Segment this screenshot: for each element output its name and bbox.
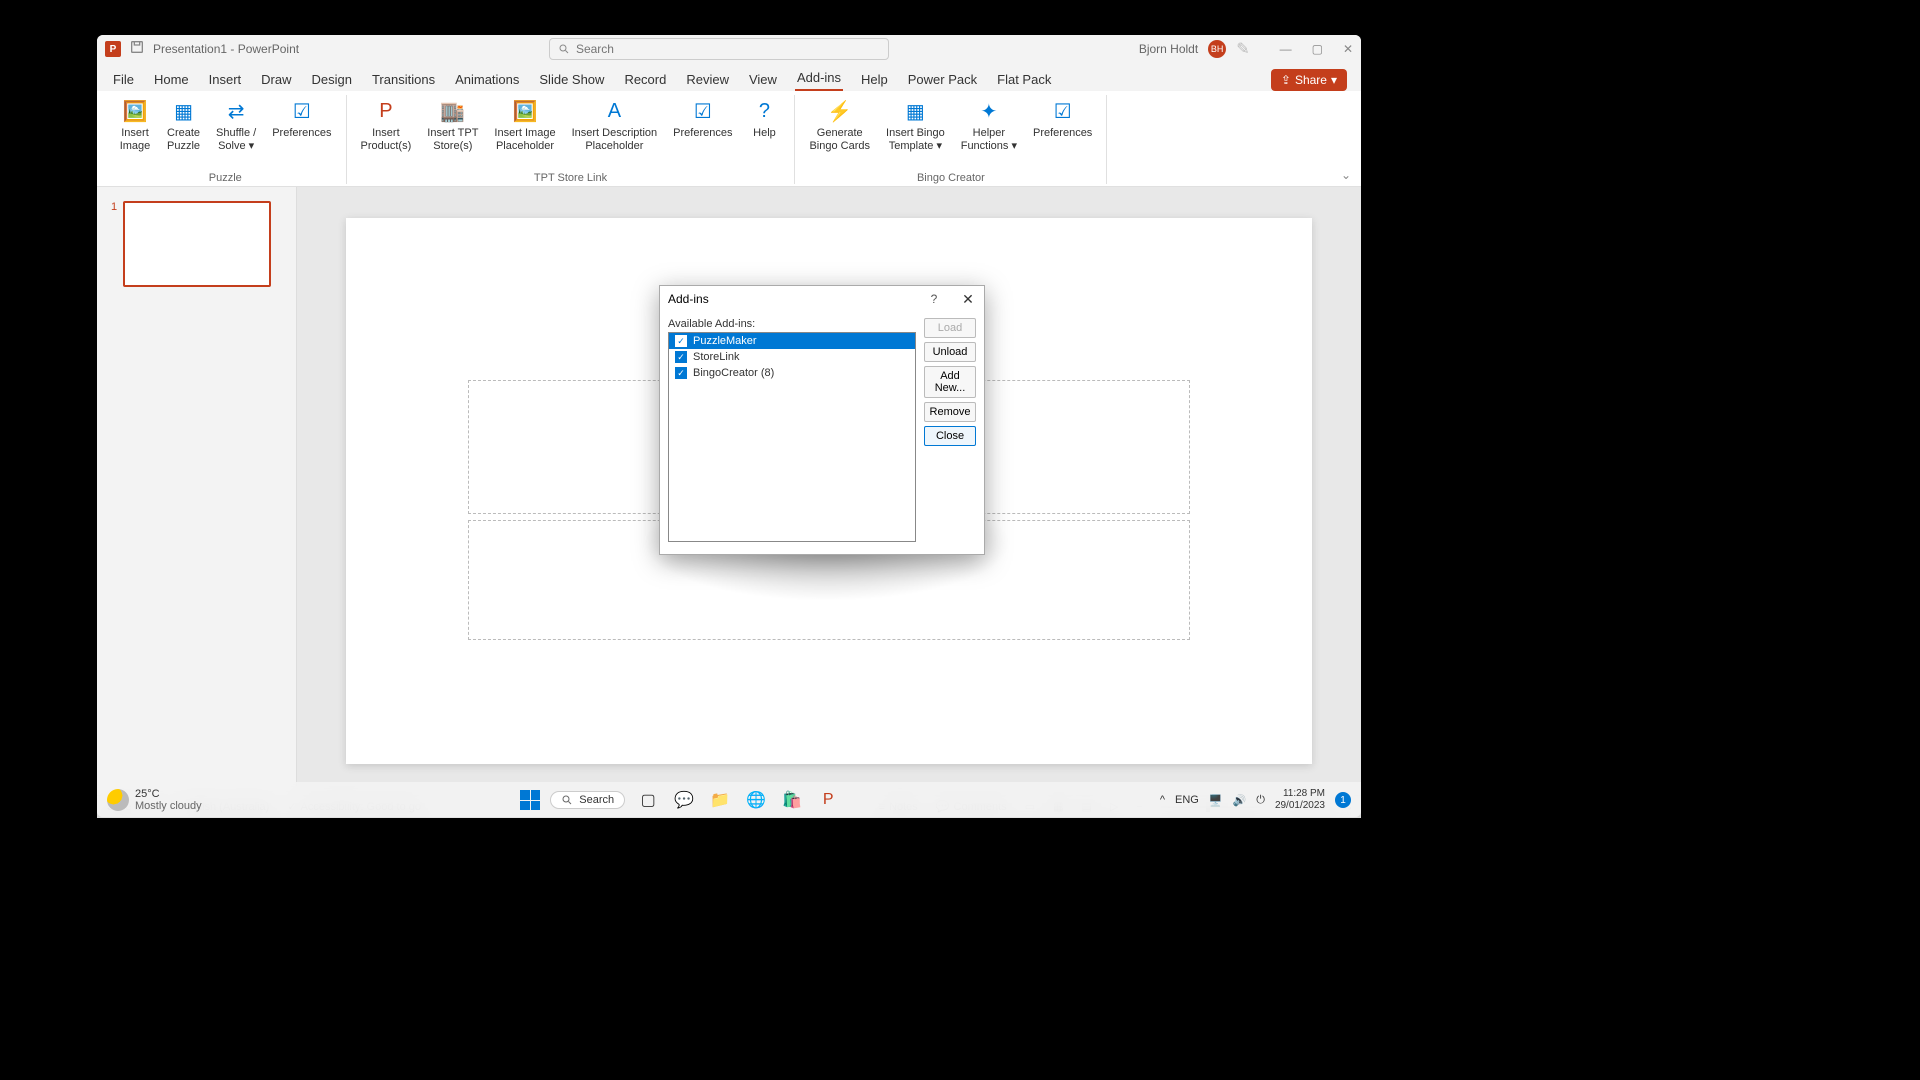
unload-button[interactable]: Unload — [924, 342, 976, 362]
maximize-button[interactable]: ▢ — [1312, 42, 1323, 56]
tpt-help-button[interactable]: ?Help — [742, 95, 786, 170]
windows-taskbar: 25°C Mostly cloudy Search ▢ 💬 📁 🌐 🛍️ P ^… — [97, 782, 1361, 818]
tab-design[interactable]: Design — [310, 68, 354, 91]
addin-item-bingocreator[interactable]: ✓BingoCreator (8) — [669, 365, 915, 381]
tray-display-icon[interactable]: 🖥️ — [1209, 794, 1223, 807]
checkbox-icon[interactable]: ✓ — [675, 351, 687, 363]
dialog-title: Add-ins — [668, 292, 926, 306]
search-icon — [561, 794, 573, 806]
tab-animations[interactable]: Animations — [453, 68, 521, 91]
close-window-button[interactable]: ✕ — [1343, 42, 1353, 56]
generate-bingo-button[interactable]: ⚡GenerateBingo Cards — [803, 95, 876, 170]
insert-description-placeholder-button[interactable]: AInsert DescriptionPlaceholder — [566, 95, 664, 170]
task-view-icon[interactable]: ▢ — [635, 787, 661, 813]
minimize-button[interactable]: — — [1280, 42, 1292, 56]
addin-item-puzzlemaker[interactable]: ✓PuzzleMaker — [669, 333, 915, 349]
insert-tpt-stores-button[interactable]: 🏬Insert TPTStore(s) — [421, 95, 484, 170]
titlebar: P Presentation1 - PowerPoint Bjorn Holdt… — [97, 35, 1361, 63]
tab-flatpack[interactable]: Flat Pack — [995, 68, 1053, 91]
puzzle-preferences-button[interactable]: ☑Preferences — [266, 95, 337, 170]
file-explorer-icon[interactable]: 📁 — [707, 787, 733, 813]
remove-button[interactable]: Remove — [924, 402, 976, 422]
menu-bar: File Home Insert Draw Design Transitions… — [97, 63, 1361, 91]
start-button[interactable] — [520, 790, 540, 810]
checkbox-icon[interactable]: ✓ — [675, 367, 687, 379]
dialog-close-icon[interactable]: ✕ — [960, 291, 976, 308]
ribbon-group-label: Bingo Creator — [803, 170, 1098, 184]
tray-battery-icon[interactable]: ⏻ — [1256, 794, 1265, 807]
insert-bingo-template-button[interactable]: ▦Insert BingoTemplate ▾ — [880, 95, 951, 170]
dialog-header: Add-ins ? ✕ — [660, 286, 984, 312]
weather-desc: Mostly cloudy — [135, 800, 202, 812]
store-icon[interactable]: 🛍️ — [779, 787, 805, 813]
user-name: Bjorn Holdt — [1139, 42, 1198, 56]
tray-clock[interactable]: 11:28 PM 29/01/2023 — [1275, 788, 1325, 812]
ribbon-group-bingo: ⚡GenerateBingo Cards ▦Insert BingoTempla… — [795, 95, 1107, 184]
weather-widget[interactable]: 25°C Mostly cloudy — [107, 788, 202, 812]
notification-badge[interactable]: 1 — [1335, 792, 1351, 808]
tab-transitions[interactable]: Transitions — [370, 68, 437, 91]
ribbon-collapse-button[interactable]: ⌄ — [1341, 168, 1351, 182]
ribbon-group-label: Puzzle — [113, 170, 338, 184]
tab-view[interactable]: View — [747, 68, 779, 91]
helper-functions-button[interactable]: ✦HelperFunctions ▾ — [955, 95, 1023, 170]
addins-list[interactable]: ✓PuzzleMaker ✓StoreLink ✓BingoCreator (8… — [668, 332, 916, 542]
tab-draw[interactable]: Draw — [259, 68, 293, 91]
powerpoint-taskbar-icon[interactable]: P — [815, 787, 841, 813]
chat-icon[interactable]: 💬 — [671, 787, 697, 813]
bingo-preferences-button[interactable]: ☑Preferences — [1027, 95, 1098, 170]
save-icon[interactable] — [129, 39, 145, 60]
tab-home[interactable]: Home — [152, 68, 191, 91]
tab-help[interactable]: Help — [859, 68, 890, 91]
addins-dialog: Add-ins ? ✕ Available Add-ins: ✓PuzzleMa… — [659, 285, 985, 555]
powerpoint-window: P Presentation1 - PowerPoint Bjorn Holdt… — [97, 35, 1361, 817]
draw-mode-icon[interactable]: ✎ — [1236, 39, 1249, 59]
insert-image-button[interactable]: 🖼️InsertImage — [113, 95, 157, 170]
dialog-help-button[interactable]: ? — [926, 292, 942, 306]
ribbon-group-puzzle: 🖼️InsertImage ▦CreatePuzzle ⇄Shuffle /So… — [105, 95, 347, 184]
user-avatar[interactable]: BH — [1208, 40, 1226, 58]
search-bar[interactable] — [549, 38, 889, 60]
edge-icon[interactable]: 🌐 — [743, 787, 769, 813]
temperature: 25°C — [135, 788, 202, 800]
search-icon — [558, 43, 570, 55]
document-title: Presentation1 - PowerPoint — [153, 42, 299, 56]
tab-powerpack[interactable]: Power Pack — [906, 68, 979, 91]
close-button[interactable]: Close — [924, 426, 976, 446]
load-button[interactable]: Load — [924, 318, 976, 338]
tab-record[interactable]: Record — [622, 68, 668, 91]
add-new-button[interactable]: Add New... — [924, 366, 976, 398]
share-button[interactable]: ⇪Share▾ — [1271, 69, 1347, 91]
ribbon: 🖼️InsertImage ▦CreatePuzzle ⇄Shuffle /So… — [97, 91, 1361, 187]
taskbar-search[interactable]: Search — [550, 791, 625, 809]
powerpoint-logo-icon: P — [105, 41, 121, 57]
tray-language[interactable]: ENG — [1175, 794, 1199, 806]
tray-chevron-icon[interactable]: ^ — [1160, 794, 1165, 806]
tray-volume-icon[interactable]: 🔊 — [1233, 794, 1247, 807]
search-input[interactable] — [576, 42, 880, 56]
tpt-preferences-button[interactable]: ☑Preferences — [667, 95, 738, 170]
addin-item-storelink[interactable]: ✓StoreLink — [669, 349, 915, 365]
tab-insert[interactable]: Insert — [207, 68, 244, 91]
insert-products-button[interactable]: PInsertProduct(s) — [355, 95, 418, 170]
shuffle-solve-button[interactable]: ⇄Shuffle /Solve ▾ — [210, 95, 262, 170]
tab-review[interactable]: Review — [684, 68, 731, 91]
tab-slideshow[interactable]: Slide Show — [537, 68, 606, 91]
slide-thumbnails-panel[interactable]: 1 — [97, 187, 297, 795]
insert-image-placeholder-button[interactable]: 🖼️Insert ImagePlaceholder — [488, 95, 561, 170]
ribbon-group-tpt: PInsertProduct(s) 🏬Insert TPTStore(s) 🖼️… — [347, 95, 796, 184]
tab-addins[interactable]: Add-ins — [795, 66, 843, 91]
ribbon-group-label: TPT Store Link — [355, 170, 787, 184]
tab-file[interactable]: File — [111, 68, 136, 91]
slide-number: 1 — [111, 201, 117, 287]
create-puzzle-button[interactable]: ▦CreatePuzzle — [161, 95, 206, 170]
account-area[interactable]: Bjorn Holdt BH ✎ — ▢ ✕ — [1139, 39, 1353, 59]
checkbox-icon[interactable]: ✓ — [675, 335, 687, 347]
slide-thumbnail[interactable] — [123, 201, 271, 287]
available-addins-label: Available Add-ins: — [668, 318, 916, 330]
weather-icon — [107, 789, 129, 811]
